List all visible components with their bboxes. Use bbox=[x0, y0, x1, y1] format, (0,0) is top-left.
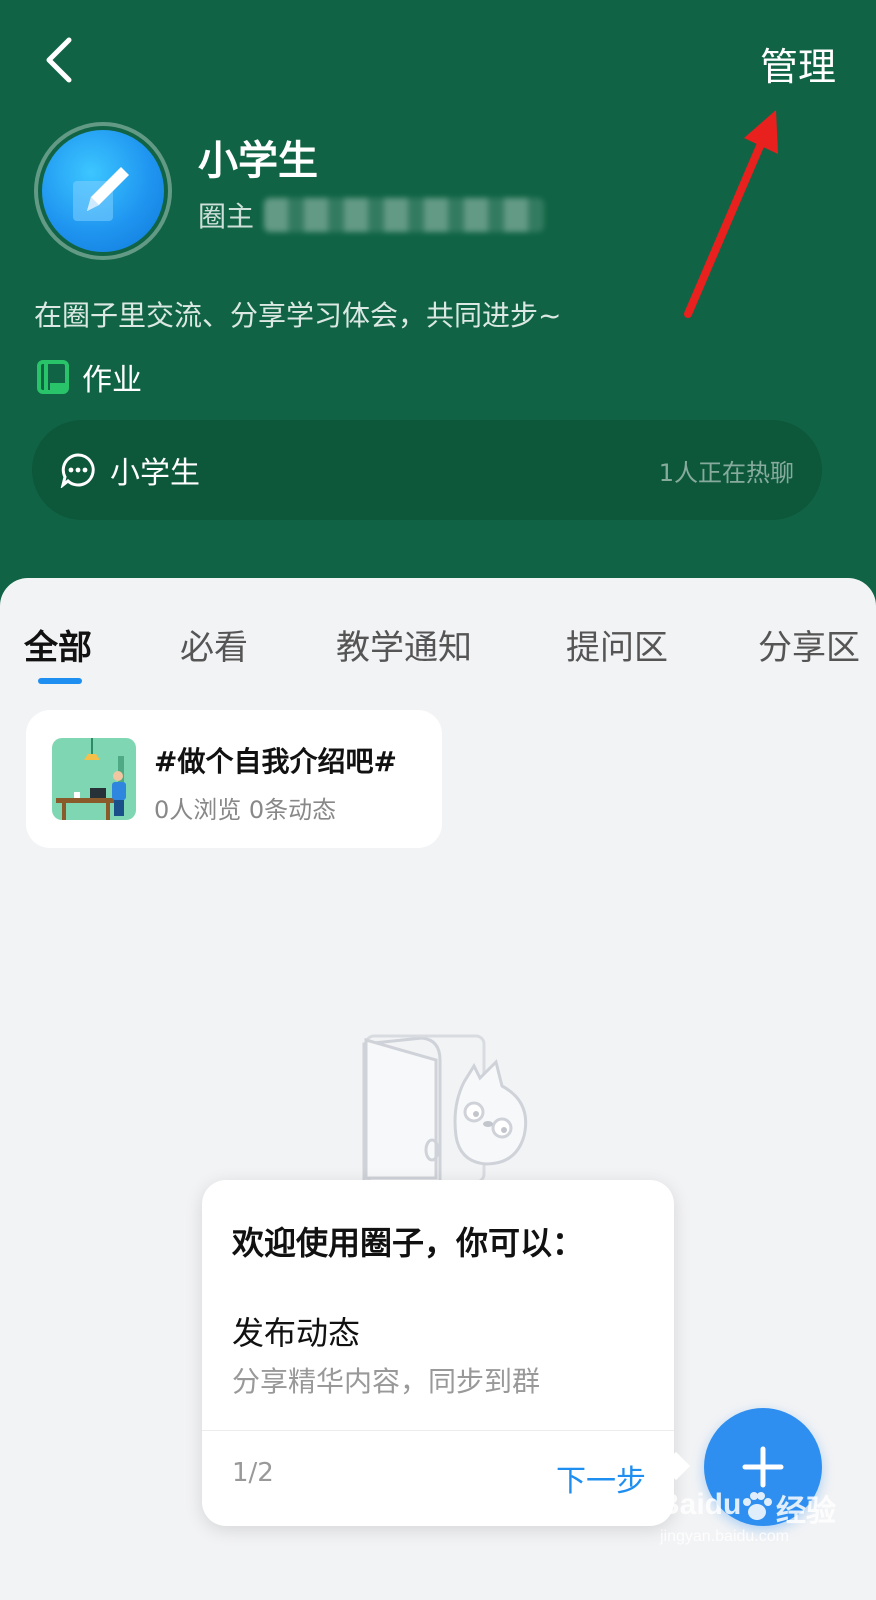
tag-label: 作业 bbox=[82, 363, 142, 398]
book-icon bbox=[37, 360, 69, 394]
circle-name: 小学生 bbox=[198, 138, 318, 184]
owner-name-redacted bbox=[264, 198, 545, 232]
welcome-popover: 欢迎使用圈子，你可以： 发布动态 分享精华内容，同步到群 1/2 下一步 bbox=[202, 1180, 674, 1526]
group-chat-entry[interactable]: 小学生 1人正在热聊 bbox=[32, 420, 822, 520]
annotation-arrow-icon bbox=[684, 110, 778, 318]
owner-row: 圈主 bbox=[198, 195, 545, 235]
tab-questions[interactable]: 提问区 bbox=[566, 620, 668, 669]
watermark-brand: Baidu bbox=[658, 1488, 742, 1521]
tab-teaching-notice[interactable]: 教学通知 bbox=[336, 620, 472, 669]
manage-button[interactable]: 管理 bbox=[760, 36, 836, 91]
circle-tag[interactable]: 作业 bbox=[36, 355, 142, 399]
popover-action-title: 发布动态 bbox=[232, 1314, 361, 1352]
circle-avatar[interactable] bbox=[34, 122, 172, 260]
chat-status: 1人正在热聊 bbox=[658, 458, 794, 487]
popover-page-indicator: 1/2 bbox=[232, 1458, 274, 1488]
topic-thumbnail bbox=[52, 738, 136, 820]
popover-action-desc: 分享精华内容，同步到群 bbox=[232, 1365, 541, 1398]
popover-divider bbox=[202, 1430, 674, 1431]
topic-card[interactable]: #做个自我介绍吧# 0人浏览 0条动态 bbox=[26, 710, 442, 848]
next-step-button[interactable]: 下一步 bbox=[556, 1456, 646, 1500]
circle-content: 全部 必看 教学通知 提问区 分享区 #做个自我介绍吧# 0人浏览 0条动态 欢… bbox=[0, 578, 876, 1600]
topic-stats: 0人浏览 0条动态 bbox=[154, 796, 337, 824]
pencil-icon bbox=[73, 167, 129, 221]
paw-icon bbox=[743, 1492, 772, 1520]
chevron-left-icon bbox=[46, 37, 72, 83]
popover-title: 欢迎使用圈子，你可以： bbox=[232, 1224, 585, 1262]
watermark-cn: 经验 bbox=[776, 1495, 836, 1528]
owner-label: 圈主 bbox=[198, 200, 255, 233]
circle-header: 管理 小学生 圈主 在圈子里交流、分享学习体会，共同进步~ 作业 小学生 1人正… bbox=[0, 0, 876, 640]
topic-title: #做个自我介绍吧# bbox=[154, 745, 397, 778]
category-tabs: 全部 必看 教学通知 提问区 分享区 bbox=[0, 608, 876, 688]
tab-indicator bbox=[38, 678, 82, 684]
chat-name: 小学生 bbox=[110, 456, 200, 491]
circle-description: 在圈子里交流、分享学习体会，共同进步~ bbox=[34, 299, 562, 332]
watermark-url: jingyan.baidu.com bbox=[660, 1528, 789, 1545]
empty-state-illustration bbox=[362, 1034, 528, 1184]
back-button[interactable] bbox=[30, 30, 86, 90]
baidu-jingyan-watermark: Baidu 经验 jingyan.baidu.com bbox=[658, 1484, 858, 1554]
plus-icon bbox=[742, 1446, 784, 1488]
tab-must-read[interactable]: 必看 bbox=[180, 620, 248, 669]
tab-all[interactable]: 全部 bbox=[24, 620, 92, 669]
chat-bubble-icon bbox=[60, 453, 95, 488]
tab-sharing[interactable]: 分享区 bbox=[758, 620, 860, 669]
